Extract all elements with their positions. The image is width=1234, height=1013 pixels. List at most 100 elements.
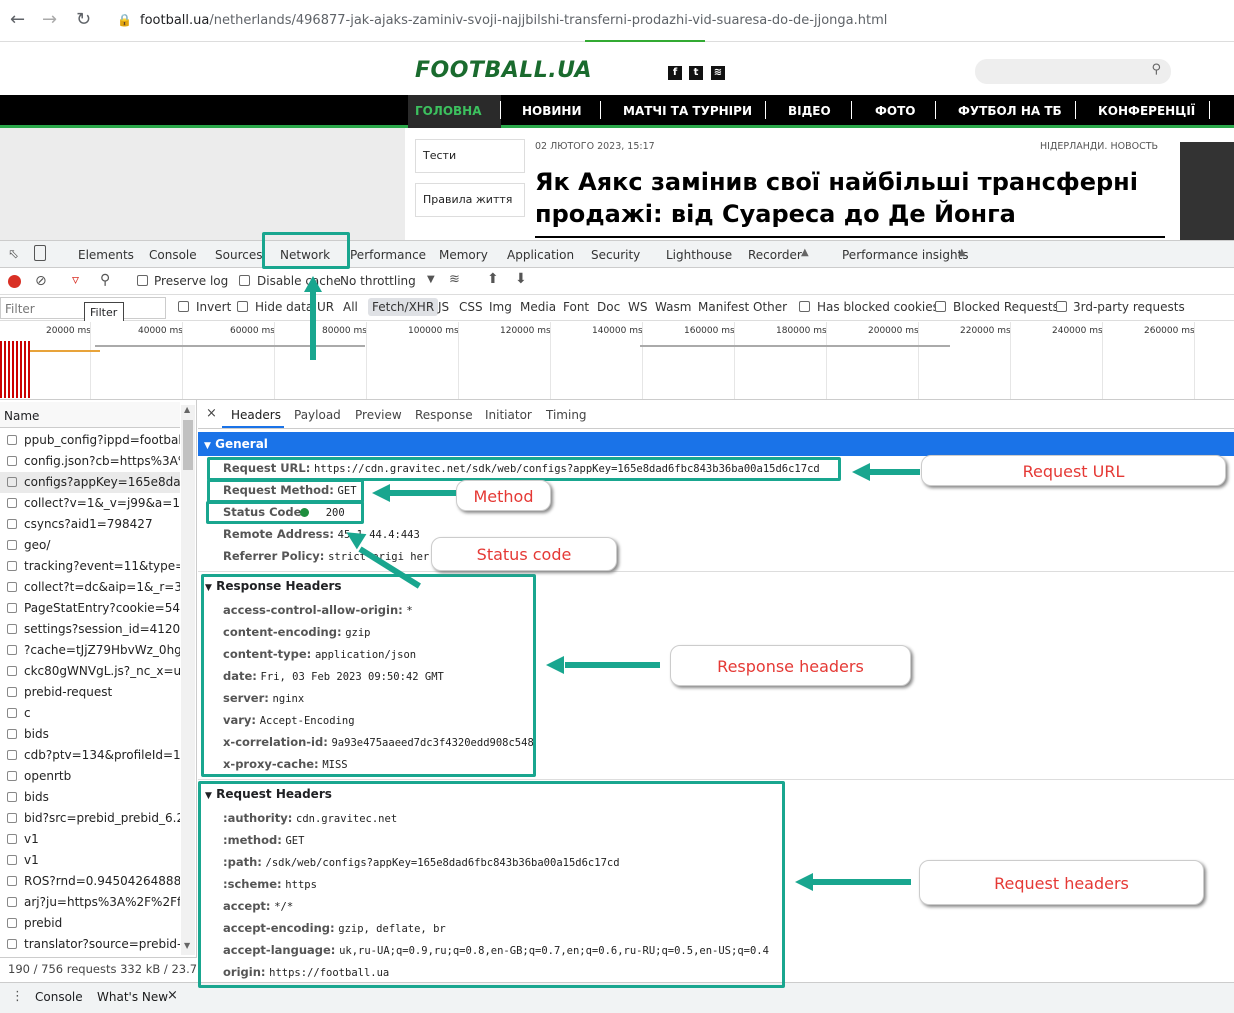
tab-application[interactable]: Application <box>507 248 574 262</box>
nav-item-matches[interactable]: МАТЧІ ТА ТУРНІРИ <box>623 104 752 118</box>
tab-timing[interactable]: Timing <box>546 408 587 422</box>
nav-item-conferences[interactable]: КОНФЕРЕНЦІЇ <box>1098 104 1195 118</box>
hide-data-urls-checkbox[interactable] <box>237 301 248 312</box>
scroll-up-icon[interactable]: ▲ <box>184 405 190 414</box>
back-icon[interactable]: ← <box>10 9 25 30</box>
close-icon[interactable]: × <box>167 988 178 1003</box>
tab-sources[interactable]: Sources <box>215 248 262 262</box>
type-filter-img[interactable]: Img <box>489 300 512 314</box>
request-row[interactable]: v1 <box>0 829 180 850</box>
type-filter-font[interactable]: Font <box>563 300 589 314</box>
request-row[interactable]: settings?session_id=4120490 <box>0 619 180 640</box>
blocked-cookies-checkbox[interactable] <box>799 301 810 312</box>
scroll-down-icon[interactable]: ▼ <box>184 941 190 950</box>
rss-icon[interactable]: ≋ <box>711 66 725 80</box>
close-icon[interactable]: × <box>206 406 217 421</box>
forward-icon[interactable]: → <box>42 9 57 30</box>
facebook-icon[interactable]: f <box>668 66 682 80</box>
request-row[interactable]: prebid <box>0 913 180 934</box>
request-row[interactable]: translator?source=prebid-clie <box>0 934 180 955</box>
tab-elements[interactable]: Elements <box>78 248 134 262</box>
invert-checkbox[interactable] <box>178 301 189 312</box>
record-icon[interactable] <box>8 275 21 288</box>
export-har-icon[interactable]: ⬇ <box>515 271 527 287</box>
preserve-log-checkbox[interactable] <box>137 275 148 286</box>
site-search-input[interactable]: ⚲ <box>975 59 1171 84</box>
site-logo[interactable]: FOOTBALL.UA <box>415 58 592 83</box>
tab-performance-insights[interactable]: Performance insights <box>842 248 969 262</box>
request-row[interactable]: csyncs?aid1=798427 <box>0 514 180 535</box>
nav-item-home[interactable]: ГОЛОВНА <box>415 104 482 118</box>
type-filter-all[interactable]: All <box>343 300 358 314</box>
filter-icon[interactable]: ▿ <box>72 272 79 288</box>
chevron-down-icon[interactable]: ▼ <box>427 274 435 285</box>
address-bar[interactable]: football.ua/netherlands/496877-jak-ajaks… <box>140 13 887 28</box>
blocked-requests-checkbox[interactable] <box>935 301 946 312</box>
request-row[interactable]: collect?v=1&_v=j99&a=1267 <box>0 493 180 514</box>
nav-item-news[interactable]: НОВИНИ <box>522 104 582 118</box>
tab-lighthouse[interactable]: Lighthouse <box>666 248 732 262</box>
search-icon[interactable]: ⚲ <box>100 272 110 288</box>
name-column-header[interactable]: Name <box>0 402 180 428</box>
request-row[interactable]: c <box>0 703 180 724</box>
import-har-icon[interactable]: ⬆ <box>487 271 499 287</box>
type-filter-media[interactable]: Media <box>520 300 556 314</box>
tab-preview[interactable]: Preview <box>355 408 402 422</box>
type-filter-fetch-xhr[interactable]: Fetch/XHR <box>368 298 439 316</box>
request-row[interactable]: ppub_config?ippd=football.ua <box>0 430 180 451</box>
type-filter-ws[interactable]: WS <box>628 300 647 314</box>
drawer-tab-whats-new[interactable]: What's New <box>97 990 168 1004</box>
request-row[interactable]: prebid-request <box>0 682 180 703</box>
device-toggle-icon[interactable] <box>34 245 46 261</box>
thumbnail-image[interactable] <box>1180 142 1234 240</box>
inspect-element-icon[interactable]: ⬁ <box>8 247 19 262</box>
tab-recorder[interactable]: Recorder <box>748 248 802 262</box>
type-filter-manifest[interactable]: Manifest <box>698 300 749 314</box>
type-filter-other[interactable]: Other <box>753 300 787 314</box>
tab-security[interactable]: Security <box>591 248 640 262</box>
disable-cache-checkbox[interactable] <box>239 275 250 286</box>
reload-icon[interactable]: ↻ <box>76 9 91 30</box>
filter-input[interactable]: Filter <box>0 297 166 319</box>
request-row[interactable]: config.json?cb=https%3A%2F <box>0 451 180 472</box>
request-row[interactable]: bids <box>0 724 180 745</box>
more-options-icon[interactable]: ⋮ <box>11 989 24 1004</box>
request-row[interactable]: ckc80gWNVgL.js?_nc_x=uri4A <box>0 661 180 682</box>
article-category[interactable]: НІДЕРЛАНДИ. НОВОСТЬ <box>1040 141 1158 152</box>
tab-headers[interactable]: Headers <box>231 408 281 422</box>
request-row[interactable]: bids <box>0 787 180 808</box>
request-row[interactable]: arj?ju=https%3A%2F%2Ffoot <box>0 892 180 913</box>
request-row-selected[interactable]: configs?appKey=165e8dad6f <box>0 472 180 493</box>
general-section-header[interactable]: ▼ General <box>198 432 1234 456</box>
request-row[interactable]: bid?src=prebid_prebid_6.25.4 <box>0 808 180 829</box>
side-link-life-rules[interactable]: Правила життя <box>415 183 525 217</box>
scrollbar-thumb[interactable] <box>183 420 193 470</box>
nav-item-photo[interactable]: ФОТО <box>875 104 916 118</box>
third-party-checkbox[interactable] <box>1056 301 1067 312</box>
request-row[interactable]: v1 <box>0 850 180 871</box>
tab-memory[interactable]: Memory <box>439 248 488 262</box>
request-row[interactable]: collect?t=dc&aip=1&_r=3&v <box>0 577 180 598</box>
request-row[interactable]: ?cache=tJjZ79HbvWz_0hg&v <box>0 640 180 661</box>
tab-payload[interactable]: Payload <box>294 408 341 422</box>
nav-item-tv[interactable]: ФУТБОЛ НА ТБ <box>958 104 1062 118</box>
tab-console[interactable]: Console <box>149 248 197 262</box>
side-link-tests[interactable]: Тести <box>415 139 525 173</box>
request-row[interactable]: geo/ <box>0 535 180 556</box>
request-row[interactable]: openrtb <box>0 766 180 787</box>
throttling-select[interactable]: No throttling <box>340 274 416 288</box>
tab-response[interactable]: Response <box>415 408 473 422</box>
search-icon[interactable]: ⚲ <box>1151 62 1161 77</box>
tab-performance[interactable]: Performance <box>350 248 426 262</box>
type-filter-css[interactable]: CSS <box>459 300 483 314</box>
wifi-settings-icon[interactable]: ≋ <box>449 272 460 287</box>
tab-initiator[interactable]: Initiator <box>485 408 532 422</box>
request-row[interactable]: PageStatEntry?cookie=54A3E <box>0 598 180 619</box>
type-filter-js[interactable]: JS <box>438 300 449 314</box>
nav-item-video[interactable]: ВІДЕО <box>788 104 831 118</box>
clear-icon[interactable]: ⊘ <box>35 273 47 289</box>
request-row[interactable]: ROS?rnd=0.94504264888849 <box>0 871 180 892</box>
request-row[interactable]: cdb?ptv=134&profileId=185 <box>0 745 180 766</box>
twitter-icon[interactable]: t <box>689 66 703 80</box>
drawer-tab-console[interactable]: Console <box>35 990 83 1004</box>
